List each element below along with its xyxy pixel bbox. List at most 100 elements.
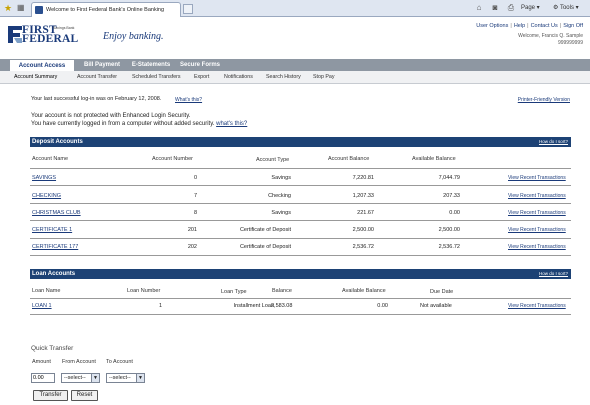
to-account-label: To Account <box>106 359 133 365</box>
to-account-value: --select-- <box>109 375 131 381</box>
customer-id: 999999999 <box>557 39 583 46</box>
loan-link[interactable]: LOAN 1 <box>32 303 52 309</box>
view-transactions-link[interactable]: View Recent Transactions <box>508 227 566 233</box>
user-options-link[interactable]: User Options <box>476 23 508 29</box>
account-type: Certificate of Deposit <box>239 244 291 250</box>
security-whats-this-link[interactable]: what's this? <box>216 121 247 127</box>
feeds-icon[interactable]: ◙ <box>490 3 500 13</box>
logo-text-federal: FEDERAL <box>22 33 79 45</box>
new-tab-button[interactable] <box>183 4 193 14</box>
available-balance: 2,536.72 <box>438 244 460 250</box>
amount-label: Amount <box>32 359 51 365</box>
col-account-balance: Account Balance <box>328 156 370 162</box>
available-balance: 7,044.79 <box>438 175 460 181</box>
loan-balance: 2,583.08 <box>271 303 293 309</box>
account-balance: 2,500.00 <box>352 227 374 233</box>
tab-secure-forms[interactable]: Secure Forms <box>176 59 224 71</box>
tab-account-access[interactable]: Account Access <box>9 59 75 71</box>
divider <box>30 238 571 239</box>
sub-nav: Account Summary Account Transfer Schedul… <box>0 71 590 84</box>
subnav-search-history[interactable]: Search History <box>266 71 301 84</box>
reset-button[interactable]: Reset <box>71 390 98 401</box>
deposit-sort-help-link[interactable]: How do I sort? <box>539 137 568 147</box>
bank-logo-icon <box>8 26 22 43</box>
divider <box>30 298 571 299</box>
from-account-select[interactable]: --select-- ▼ <box>61 373 100 383</box>
from-account-value: --select-- <box>64 375 86 381</box>
subnav-notifications[interactable]: Notifications <box>224 71 253 84</box>
loan-accounts-header: Loan Accounts How do I sort? <box>30 269 571 279</box>
available-balance: 0.00 <box>449 210 460 216</box>
amount-input[interactable] <box>31 373 55 383</box>
transfer-button[interactable]: Transfer <box>33 390 68 401</box>
account-type: Savings <box>271 175 291 181</box>
contact-us-link[interactable]: Contact Us <box>531 23 558 29</box>
help-link[interactable]: Help <box>514 23 525 29</box>
col-available-balance: Available Balance <box>412 156 456 162</box>
account-number: 7 <box>193 193 197 199</box>
view-transactions-link[interactable]: View Recent Transactions <box>508 193 566 199</box>
security-notice-text: You have currently logged in from a comp… <box>31 121 215 127</box>
divider <box>30 314 571 315</box>
subnav-stop-pay[interactable]: Stop Pay <box>313 71 335 84</box>
subnav-export[interactable]: Export <box>194 71 209 84</box>
last-login-message: Your last successful log-in was on Febru… <box>31 96 162 102</box>
welcome-block: Welcome, Francis Q. Sample 999999999 <box>518 33 583 46</box>
tab-bill-payment[interactable]: Bill Payment <box>78 59 126 71</box>
loan-number: 1 <box>158 303 162 309</box>
favorites-star-icon[interactable]: ★ <box>4 3 14 13</box>
to-account-select[interactable]: --select-- ▼ <box>106 373 145 383</box>
gear-icon: ⚙ <box>553 5 559 11</box>
main-nav: Account Access Bill Payment E-Statements… <box>0 59 590 71</box>
account-balance: 7,220.81 <box>352 175 374 181</box>
subnav-account-transfer[interactable]: Account Transfer <box>77 71 117 84</box>
divider <box>30 203 571 204</box>
tools-menu[interactable]: ⚙ Tools ▾ <box>553 3 579 14</box>
print-icon[interactable]: ⎙ <box>506 3 516 13</box>
quick-transfer-title: Quick Transfer <box>31 345 74 352</box>
chevron-down-icon: ▼ <box>136 374 144 382</box>
page-menu[interactable]: Page ▾ <box>521 3 540 14</box>
tab-e-statements[interactable]: E-Statements <box>128 59 174 71</box>
col-available-balance: Available Balance <box>342 288 386 294</box>
utility-links: User Options | Help | Contact Us | Sign Off <box>476 23 583 29</box>
security-warning: Your account is not protected with Enhan… <box>31 113 191 119</box>
col-account-name: Account Name <box>32 156 69 162</box>
col-balance: Balance <box>272 288 292 294</box>
tagline: Enjoy banking. <box>103 31 164 42</box>
printer-friendly-link[interactable]: Printer-Friendly Version <box>518 97 570 103</box>
sign-off-link[interactable]: Sign Off <box>563 23 583 29</box>
loan-available-balance: 0.00 <box>377 303 388 309</box>
account-balance: 221.67 <box>357 210 374 216</box>
subnav-account-summary[interactable]: Account Summary <box>14 71 57 84</box>
whats-this-link[interactable]: What's this? <box>175 97 202 103</box>
quick-tabs-icon[interactable]: ▦ <box>17 3 28 13</box>
browser-tab-bar: ★ ▦ Welcome to First Federal Bank's Onli… <box>0 0 590 17</box>
view-transactions-link[interactable]: View Recent Transactions <box>508 175 566 181</box>
account-link[interactable]: CHRISTMAS CLUB <box>32 210 81 216</box>
loan-sort-help-link[interactable]: How do I sort? <box>539 269 568 279</box>
home-icon[interactable]: ⌂ <box>474 3 484 13</box>
view-transactions-link[interactable]: View Recent Transactions <box>508 210 566 216</box>
account-balance: 2,536.72 <box>352 244 374 250</box>
account-balance: 1,207.33 <box>352 193 374 199</box>
account-link[interactable]: CERTIFICATE 1 <box>32 227 72 233</box>
browser-tab[interactable]: Welcome to First Federal Bank's Online B… <box>31 2 181 17</box>
col-loan-type: Loan Type <box>221 289 247 295</box>
col-due-date: Due Date <box>430 289 454 295</box>
account-link[interactable]: CHECKING <box>32 193 61 199</box>
account-number: 202 <box>187 244 197 250</box>
account-number: 8 <box>193 210 197 216</box>
deposit-accounts-header: Deposit Accounts How do I sort? <box>30 137 571 147</box>
account-link[interactable]: SAVINGS <box>32 175 56 181</box>
col-account-number: Account Number <box>152 156 193 162</box>
view-transactions-link[interactable]: View Recent Transactions <box>508 303 566 309</box>
subnav-scheduled-transfers[interactable]: Scheduled Transfers <box>132 71 181 84</box>
browser-tab-title: Welcome to First Federal Bank's Online B… <box>46 7 165 13</box>
account-link[interactable]: CERTIFICATE 177 <box>32 244 78 250</box>
divider <box>30 168 571 169</box>
divider <box>30 255 571 256</box>
account-number: 0 <box>193 175 197 181</box>
view-transactions-link[interactable]: View Recent Transactions <box>508 244 566 250</box>
account-number: 201 <box>187 227 197 233</box>
